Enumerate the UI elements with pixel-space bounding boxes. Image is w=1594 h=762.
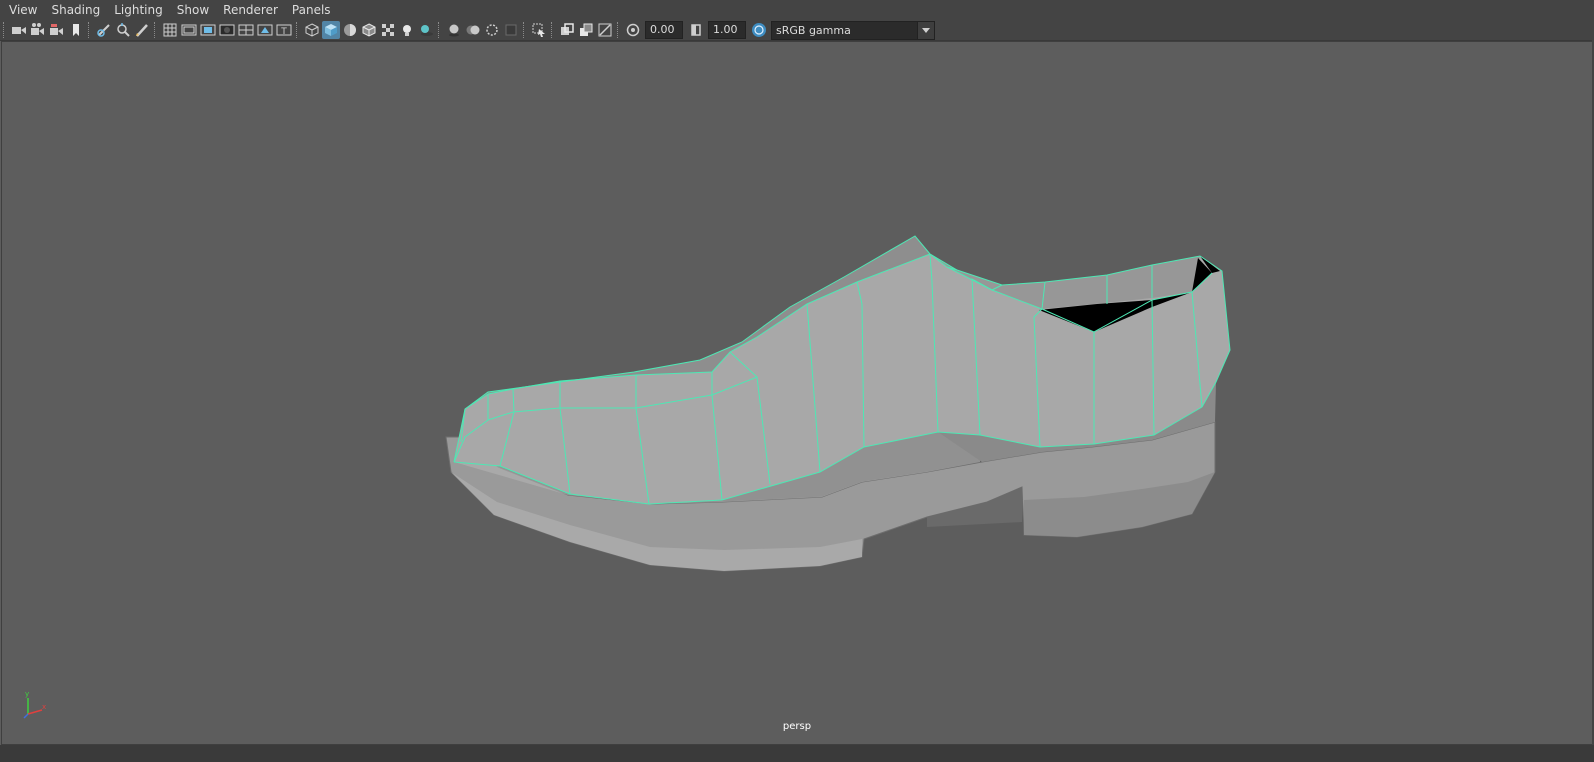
xray-active-components-icon[interactable] — [577, 21, 595, 39]
color-space-dropdown[interactable]: sRGB gamma — [771, 20, 935, 40]
xray-icon[interactable] — [558, 21, 576, 39]
depth-of-field-icon[interactable] — [502, 21, 520, 39]
xray-group — [557, 21, 614, 39]
bookmark-camera-icon[interactable] — [48, 21, 66, 39]
menu-lighting[interactable]: Lighting — [107, 0, 170, 20]
toolbar-divider — [88, 22, 91, 38]
smooth-shade-icon[interactable] — [321, 21, 340, 39]
pencil-group — [94, 21, 151, 39]
toolbar-divider — [551, 22, 554, 38]
use-all-lights-icon[interactable] — [398, 21, 416, 39]
wireframe-on-shaded-icon[interactable] — [360, 21, 378, 39]
toolbar-divider — [154, 22, 157, 38]
textured-icon[interactable] — [379, 21, 397, 39]
gates-group: T — [160, 21, 293, 39]
toolbar-divider — [438, 22, 441, 38]
field-chart-icon[interactable] — [237, 21, 255, 39]
screen-space-ambient-occlusion-icon[interactable] — [445, 21, 463, 39]
grid-icon[interactable] — [161, 21, 179, 39]
viewport-toolbar: T 0.00 1.00 sRGB gamma — [0, 20, 1594, 41]
svg-text:y: y — [25, 690, 29, 698]
motion-blur-icon[interactable] — [464, 21, 482, 39]
isolate-group — [529, 21, 548, 39]
3d-viewport[interactable]: y x persp — [1, 41, 1593, 745]
camera-group — [9, 21, 85, 39]
shoe-model[interactable] — [2, 42, 1592, 744]
resolution-gate-icon[interactable] — [199, 21, 217, 39]
2d-pan-zoom-icon[interactable] — [114, 21, 132, 39]
shadows-icon[interactable] — [417, 21, 435, 39]
menu-panels[interactable]: Panels — [285, 0, 338, 20]
wireframe-icon[interactable] — [303, 21, 321, 39]
camera-name-label: persp — [782, 721, 812, 732]
select-camera-icon[interactable] — [10, 21, 28, 39]
toolbar-divider — [523, 22, 526, 38]
multisample-antialiasing-icon[interactable] — [483, 21, 501, 39]
toolbar-divider — [617, 22, 620, 38]
color-management-group: 0.00 1.00 sRGB gamma — [623, 20, 935, 40]
default-material-icon[interactable] — [341, 21, 359, 39]
image-plane-icon[interactable] — [95, 21, 113, 39]
svg-text:T: T — [280, 27, 287, 37]
grease-pencil-icon[interactable] — [133, 21, 151, 39]
viewport-menu-bar: View Shading Lighting Show Renderer Pane… — [0, 0, 1594, 20]
shading-group — [302, 21, 435, 39]
isolate-select-icon[interactable] — [530, 21, 548, 39]
film-gate-icon[interactable] — [180, 21, 198, 39]
exposure-icon[interactable] — [624, 21, 642, 39]
toolbar-divider — [3, 22, 6, 38]
bookmark-icon[interactable] — [67, 21, 85, 39]
chevron-down-icon[interactable] — [917, 21, 934, 39]
xray-joints-icon[interactable] — [596, 21, 614, 39]
menu-shading[interactable]: Shading — [44, 0, 107, 20]
toolbar-divider — [296, 22, 299, 38]
svg-text:x: x — [42, 703, 46, 711]
gamma-icon[interactable] — [687, 21, 705, 39]
gate-mask-icon[interactable] — [218, 21, 236, 39]
color-space-value: sRGB gamma — [776, 23, 851, 37]
menu-view[interactable]: View — [0, 0, 44, 20]
safe-action-icon[interactable] — [256, 21, 274, 39]
menu-renderer[interactable]: Renderer — [216, 0, 285, 20]
time-slider-ruler[interactable] — [0, 745, 1594, 762]
camera-attributes-icon[interactable] — [29, 21, 47, 39]
axis-gizmo: y x — [23, 690, 46, 719]
exposure-field[interactable]: 0.00 — [645, 21, 683, 39]
render-quality-group — [444, 21, 520, 39]
menu-show[interactable]: Show — [170, 0, 216, 20]
safe-title-icon[interactable]: T — [275, 21, 293, 39]
view-transform-icon[interactable] — [750, 21, 768, 39]
gamma-field[interactable]: 1.00 — [708, 21, 746, 39]
